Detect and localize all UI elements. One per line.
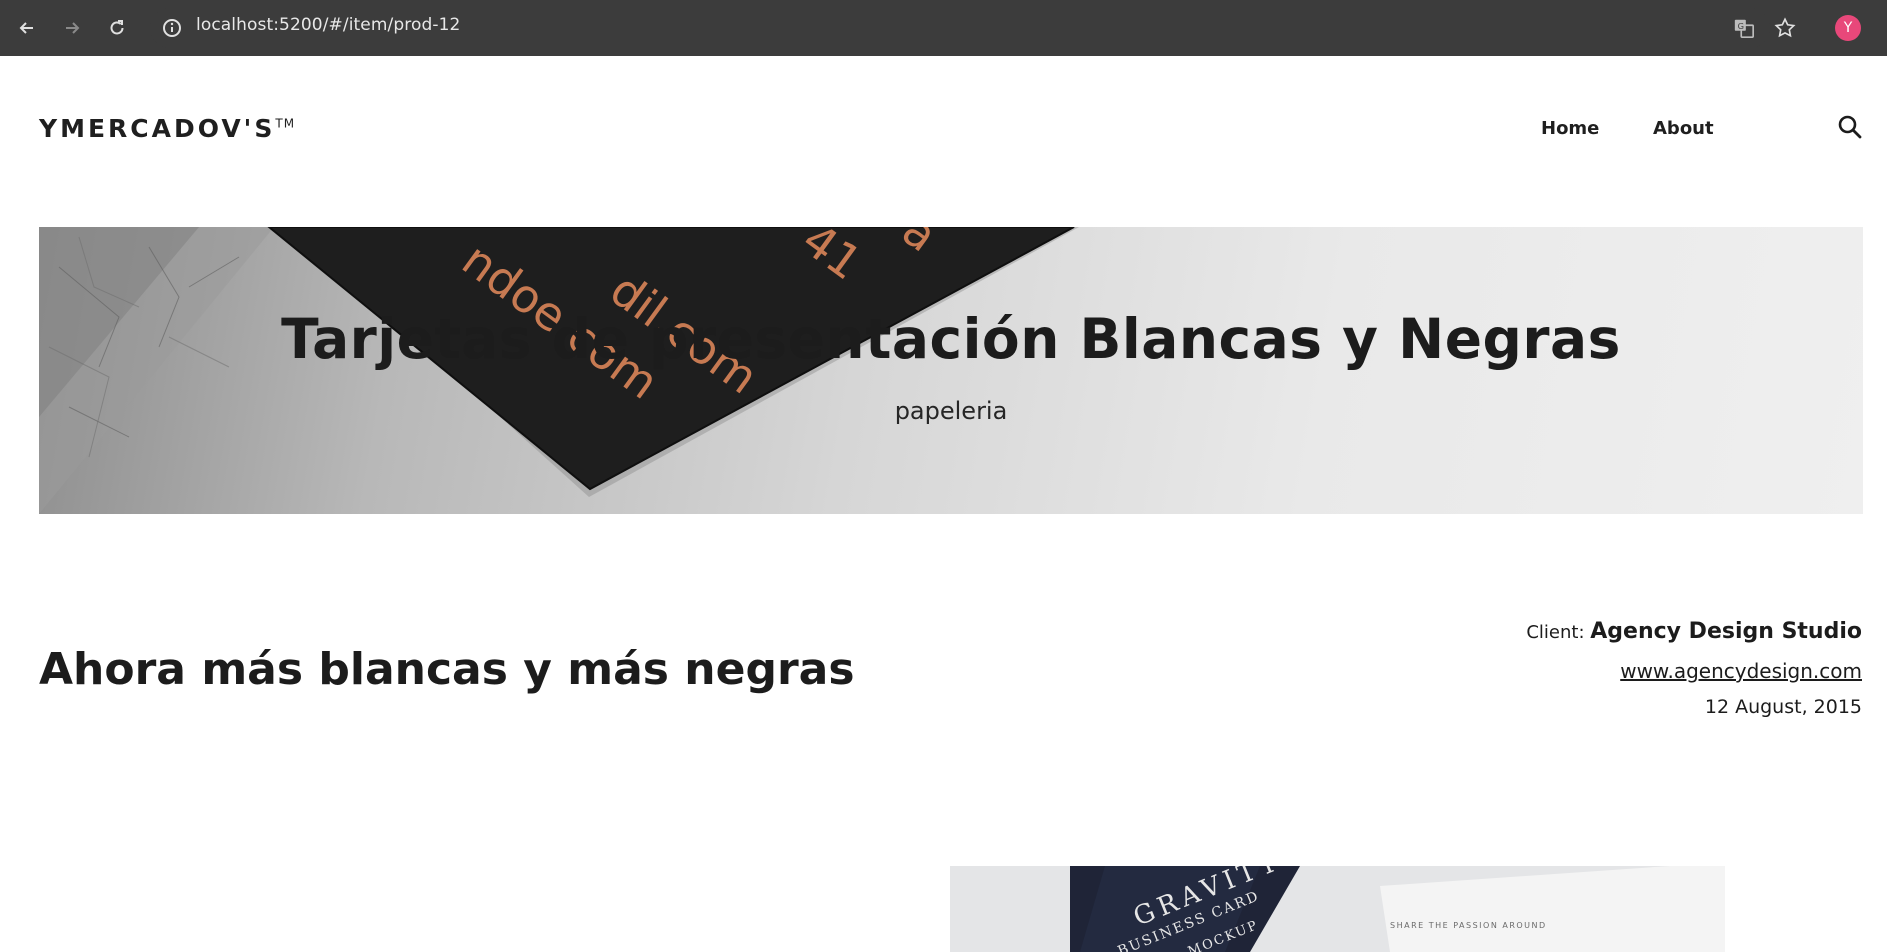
hero-category: papeleria	[894, 397, 1008, 425]
mockup-tagline-text: SHARE THE PASSION AROUND	[1390, 921, 1547, 930]
reload-icon	[110, 20, 124, 35]
profile-avatar[interactable]: Y	[1835, 15, 1861, 41]
back-button[interactable]	[12, 13, 42, 43]
forward-arrow-icon	[66, 22, 80, 34]
translate-icon[interactable]: G	[1730, 14, 1758, 42]
nav-home[interactable]: Home	[1541, 118, 1599, 139]
brand-name: YMERCADOV'S	[39, 114, 276, 143]
project-date: 12 August, 2015	[1704, 696, 1862, 718]
svg-text:G: G	[1738, 21, 1744, 31]
project-headline: Ahora más blancas y más negras	[39, 644, 855, 695]
site-logo[interactable]: YMERCADOV'STM	[39, 114, 295, 143]
search-icon[interactable]	[1836, 113, 1864, 141]
project-meta: Client: Agency Design Studio www.agencyd…	[1526, 617, 1862, 720]
star-icon[interactable]	[1771, 14, 1799, 42]
hero-title: Tarjetas de presentación Blancas y Negra…	[281, 307, 1621, 371]
url-text[interactable]: localhost:5200/#/item/prod-12	[196, 15, 460, 35]
brand-trademark: TM	[275, 116, 296, 131]
nav-about[interactable]: About	[1653, 118, 1714, 139]
reload-button[interactable]	[102, 13, 132, 43]
business-card-mockup-image: GRAVITY BUSINESS CARD MOCKUP SHARE THE P…	[950, 866, 1725, 952]
browser-toolbar: localhost:5200/#/item/prod-12 G Y	[0, 0, 1887, 56]
project-preview-image: GRAVITY BUSINESS CARD MOCKUP SHARE THE P…	[950, 866, 1725, 952]
client-row: Client: Agency Design Studio	[1526, 617, 1862, 648]
client-name: Agency Design Studio	[1590, 619, 1862, 644]
client-website-link[interactable]: www.agencydesign.com	[1620, 658, 1862, 684]
hero-banner: dil.com ndoe.com 41 a Tarjetas de presen…	[39, 227, 1863, 514]
back-arrow-icon	[19, 22, 33, 34]
forward-button[interactable]	[57, 13, 87, 43]
info-icon[interactable]	[160, 16, 184, 40]
client-label: Client:	[1526, 622, 1585, 643]
